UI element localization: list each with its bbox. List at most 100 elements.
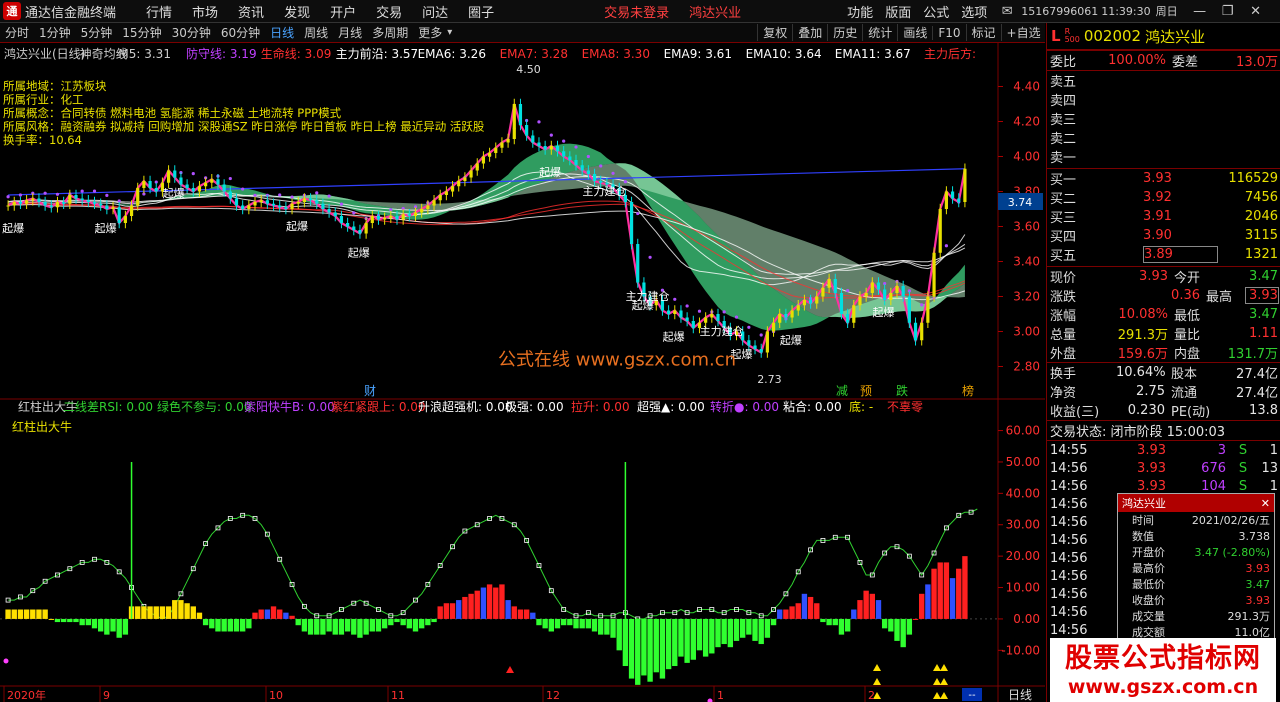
defense-dot [92,189,97,193]
histogram-bar [320,618,326,635]
popup-row: 收盘价 3.93 [1118,592,1274,608]
menu-quanzi[interactable]: 圈子 [458,2,504,21]
period-tab-60min[interactable]: 60分钟 [216,24,265,41]
histogram-bar [721,618,727,645]
period-tab-5min[interactable]: 5分钟 [76,24,118,41]
menu-wenda[interactable]: 问达 [412,2,458,21]
toolbar-huaxian[interactable]: 画线 [897,24,932,41]
candle-body [920,322,924,341]
menu-kaihu[interactable]: 开户 [320,2,366,21]
period-tab-1min[interactable]: 1分钟 [34,24,76,41]
y-tick-label: 4.40 [1013,80,1040,94]
candle-body [278,205,282,208]
stat-label: 外盘 [1050,347,1077,362]
toolbar-diejia[interactable]: 叠加 [792,24,827,41]
main-header-item: EMA7: 3.28 [500,47,568,61]
tick-row[interactable]: 14:56 3.93 676 S 13 [1047,459,1280,477]
histogram-bar [289,615,295,619]
histogram-bar [48,618,54,620]
menu-jiaoyi[interactable]: 交易 [366,2,412,21]
stat-label: 现价 [1050,271,1077,286]
candle-body [370,216,374,223]
candle-body [469,170,473,178]
toolbar-f10[interactable]: F10 [932,25,965,40]
x-axis-label: 9 [103,689,110,702]
defense-dot [599,164,603,168]
menu-gongshi[interactable]: 公式 [917,2,955,21]
histogram-bar [363,618,369,635]
histogram-bar [326,618,332,632]
histogram-bar [869,593,876,619]
histogram-bar [178,600,184,619]
defense-dot [611,171,615,175]
histogram-bar [165,606,172,619]
candle-body [457,181,461,187]
toolbar-fuquan[interactable]: 复权 [757,24,792,41]
menu-xuanxiang[interactable]: 选项 [955,2,993,21]
histogram-bar [690,618,696,660]
y-tick-label: 4.00 [1013,150,1040,164]
minimize-icon[interactable]: — [1186,4,1214,19]
sub-y-tick-label: 40.00 [1006,486,1040,500]
close-icon[interactable]: ✕ [1242,4,1270,19]
histogram-bar [301,618,308,632]
baozha-label: 起爆 [780,333,802,347]
toolbar-add-watchlist[interactable]: +自选 [1000,24,1045,41]
menu-shichang[interactable]: 市场 [182,2,228,21]
x-axis-label: 12 [546,689,560,702]
defense-dot [43,191,47,195]
popup-key: 最高价 [1132,562,1165,575]
sub-y-tick-label: 50.00 [1006,455,1040,469]
menu-zixun[interactable]: 资讯 [228,2,274,21]
toolbar-lishi[interactable]: 历史 [827,24,862,41]
candle-body [518,104,523,125]
period-tab-weekly[interactable]: 周线 [299,24,333,41]
popup-close-icon[interactable]: ✕ [1261,497,1270,510]
histogram-bar [684,618,690,663]
restore-icon[interactable]: ❐ [1214,4,1242,19]
toolbar-tongji[interactable]: 统计 [862,24,897,41]
histogram-bar [493,587,499,619]
tick-time: 14:56 [1050,460,1088,476]
period-tab-monthly[interactable]: 月线 [333,24,367,41]
menu-hangqing[interactable]: 行情 [136,2,182,21]
candle-body [450,186,455,192]
tick-time: 14:56 [1050,478,1088,494]
candle-body [302,198,306,202]
quote-title: L R 500 002002 鸿达兴业 [1047,23,1280,50]
weibi-row: 委比 100.00% 委差 13.0万 [1047,50,1280,70]
stats-block: 现价 3.93 今开 3.47 涨跌 0.36 最高 3.93 涨幅 10.08% 最低 3.47 总量… [1047,266,1280,362]
sub-header-item: 粘合: 0.00 [783,399,842,414]
trade-login-status[interactable]: 交易未登录 [594,2,679,21]
stat-value: 10.64% [1116,365,1166,380]
histogram-bar [42,609,48,619]
tick-row[interactable]: 14:55 3.93 3 S 1 [1047,441,1280,459]
period-tab-15min[interactable]: 15分钟 [117,24,166,41]
bid-row-1: 买一 3.93 116529 [1050,171,1278,188]
menu-gongneng[interactable]: 功能 [841,2,879,21]
popup-header: 鸿达兴业 ✕ [1118,494,1274,512]
candle-body [944,191,948,209]
jiancang-label: 主力建仓 [700,324,744,338]
candle-body [562,151,566,157]
menu-banmian[interactable]: 版面 [879,2,917,21]
kline-chart[interactable]: 4.404.204.003.803.603.403.203.002.8060.0… [0,43,1045,702]
menu-faxian[interactable]: 发现 [274,2,320,21]
period-tab-multi[interactable]: 多周期 [367,24,413,41]
candle-body [413,212,418,216]
histogram-bar [789,606,795,619]
period-tab-30min[interactable]: 30分钟 [167,24,216,41]
histogram-bar [104,618,110,635]
histogram-bar [79,618,85,626]
candle-body [852,305,856,323]
sub-y-tick-label: 60.00 [1006,424,1040,438]
stats-row: 现价 3.93 今开 3.47 [1047,267,1280,286]
period-tab-fenshi[interactable]: 分时 [0,24,34,41]
toolbar-biaoji[interactable]: 标记 [965,24,1001,41]
period-tab-more[interactable]: 更多 [413,24,447,41]
dropdown-icon[interactable]: ▾ [447,27,452,38]
period-tab-daily[interactable]: 日线 [265,24,299,41]
histogram-bar [443,603,450,619]
candle-body [395,216,399,220]
mail-icon[interactable]: ✉ [993,4,1021,19]
